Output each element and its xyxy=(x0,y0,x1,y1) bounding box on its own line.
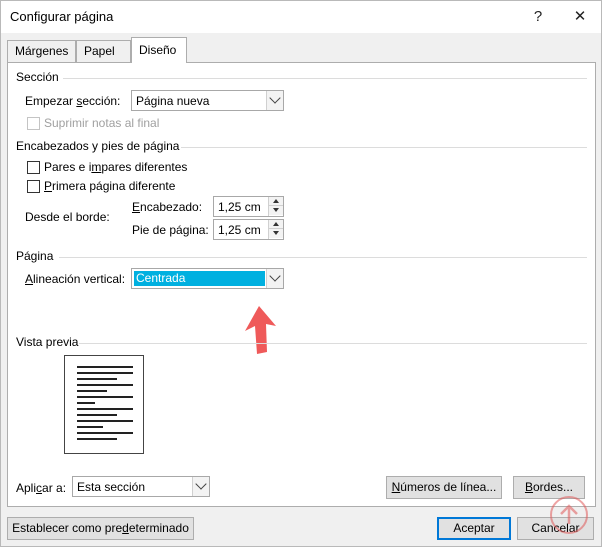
section-divider xyxy=(63,78,587,79)
suppress-endnotes-label: Suprimir notas al final xyxy=(44,116,160,130)
chevron-down-icon[interactable] xyxy=(192,477,209,496)
spin-up-icon[interactable] xyxy=(269,197,283,206)
line-numbers-button[interactable]: Números de línea... xyxy=(386,476,502,499)
annotation-arrow-icon xyxy=(245,306,276,354)
footer-distance-value: 1,25 cm xyxy=(218,223,261,237)
odd-even-checkbox[interactable] xyxy=(27,161,40,174)
preview-divider xyxy=(79,343,587,344)
first-page-checkbox[interactable] xyxy=(27,180,40,193)
page-heading: Página xyxy=(16,249,54,263)
preview-heading: Vista previa xyxy=(16,335,79,349)
apply-to-label: Aplicar a: xyxy=(16,481,67,495)
apply-to-value: Esta sección xyxy=(77,480,146,494)
footer-distance-spinner[interactable]: 1,25 cm xyxy=(213,219,284,240)
spin-down-icon[interactable] xyxy=(269,229,283,238)
solvetic-logo-icon xyxy=(550,496,588,534)
chevron-down-icon[interactable] xyxy=(266,269,283,288)
ok-button[interactable]: Aceptar xyxy=(437,517,511,540)
footer-distance-label: Pie de página: xyxy=(132,223,209,237)
set-default-button[interactable]: Establecer como predeterminado xyxy=(7,517,194,540)
page-setup-dialog: Configurar página ? ✕ Márgenes Papel Dis… xyxy=(0,0,602,547)
tab-strip: Márgenes Papel Diseño xyxy=(1,33,601,63)
suppress-endnotes-checkbox[interactable] xyxy=(27,117,40,130)
tab-diseno[interactable]: Diseño xyxy=(131,37,187,63)
tab-margenes[interactable]: Márgenes xyxy=(7,40,76,62)
preview-page xyxy=(64,355,144,454)
first-page-label: Primera página diferente xyxy=(44,179,176,193)
page-divider xyxy=(59,257,587,258)
tab-papel[interactable]: Papel xyxy=(76,40,131,62)
vertical-alignment-select[interactable]: Centrada xyxy=(131,268,284,289)
apply-to-select[interactable]: Esta sección xyxy=(72,476,210,497)
section-start-label: Empezar sección: xyxy=(25,94,121,108)
header-distance-label: Encabezado: xyxy=(132,200,203,214)
vertical-alignment-value: Centrada xyxy=(136,271,186,285)
chevron-down-icon[interactable] xyxy=(266,91,283,110)
header-distance-value: 1,25 cm xyxy=(218,200,261,214)
header-distance-spinner[interactable]: 1,25 cm xyxy=(213,196,284,217)
from-edge-label: Desde el borde: xyxy=(25,210,110,224)
headers-footers-heading: Encabezados y pies de página xyxy=(16,139,180,153)
section-start-value: Página nueva xyxy=(136,94,210,108)
section-heading: Sección xyxy=(16,70,59,84)
section-start-select[interactable]: Página nueva xyxy=(131,90,284,111)
spin-down-icon[interactable] xyxy=(269,206,283,215)
headers-footers-divider xyxy=(181,147,587,148)
help-icon[interactable]: ? xyxy=(525,5,551,29)
title-bar: Configurar página ? ✕ xyxy=(1,1,601,33)
close-icon[interactable]: ✕ xyxy=(567,5,593,29)
dialog-title: Configurar página xyxy=(10,9,114,24)
vertical-alignment-label: Alineación vertical: xyxy=(25,272,126,286)
odd-even-label: Pares e impares diferentes xyxy=(44,160,188,174)
spin-up-icon[interactable] xyxy=(269,220,283,229)
